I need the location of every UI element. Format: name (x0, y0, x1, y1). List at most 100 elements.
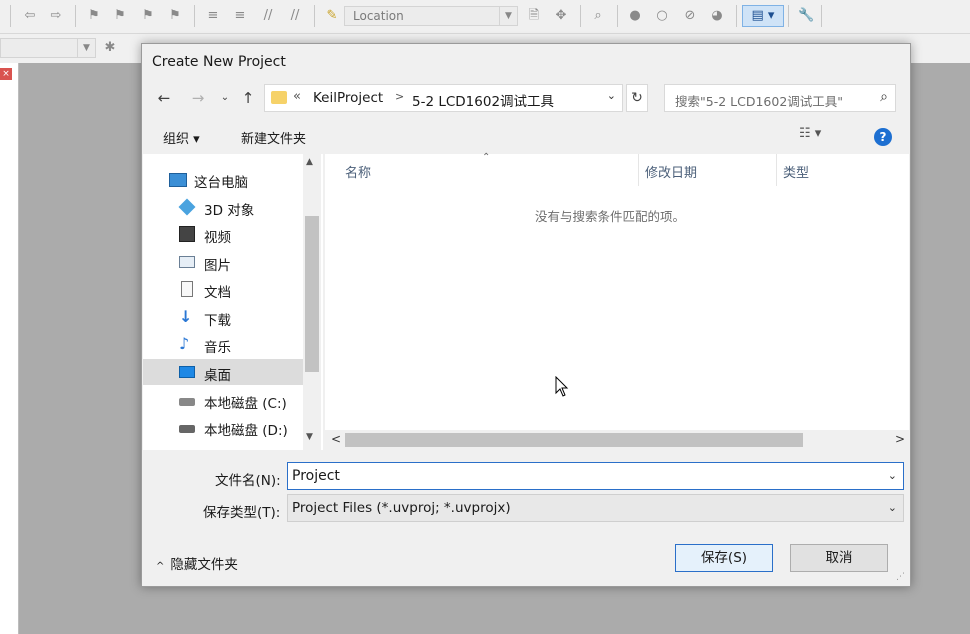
incremental-find-icon[interactable]: ✥ (553, 8, 569, 24)
nav-item-drive-c[interactable]: 本地磁盘 (C:) (143, 387, 303, 413)
refresh-icon[interactable]: ↻ (626, 84, 648, 112)
nav-item-label: 3D 对象 (204, 203, 255, 219)
nav-item-videos[interactable]: 视频 (143, 221, 303, 247)
breakpoint-disable-icon[interactable]: ○ (654, 8, 670, 24)
nav-item-drive-d[interactable]: 本地磁盘 (D:) (143, 414, 303, 440)
nav-item-this-pc[interactable]: 这台电脑 (143, 166, 303, 192)
empty-message: 没有与搜索条件匹配的项。 (535, 209, 686, 224)
drive-icon (179, 425, 195, 433)
chevron-down-icon[interactable]: ⌄ (888, 495, 897, 521)
back-arrow-icon[interactable]: ← (154, 88, 174, 108)
back-icon[interactable]: ⇦ (22, 8, 38, 24)
zoom-icon[interactable]: ⌕ (590, 8, 606, 24)
cancel-button[interactable]: 取消 (790, 544, 888, 572)
nav-item-label: 图片 (204, 258, 231, 274)
nav-item-label: 音乐 (204, 340, 231, 356)
computer-icon (169, 173, 187, 187)
location-placeholder: Location (353, 9, 404, 23)
3d-objects-icon (178, 198, 196, 216)
toolbar-separator (617, 5, 618, 27)
column-divider[interactable] (776, 154, 777, 186)
scroll-right-icon[interactable]: > (895, 432, 905, 446)
nav-scrollbar[interactable]: ▲ ▼ (303, 154, 321, 450)
column-header-date[interactable]: 修改日期 (645, 162, 697, 181)
bookmark-icon[interactable]: ⚑ (86, 8, 102, 24)
chevron-down-icon[interactable]: ⌄ (888, 463, 897, 489)
bookmark-prev-icon[interactable]: ⚑ (112, 8, 128, 24)
breadcrumb-current[interactable]: 5-2 LCD1602调试工具 (412, 90, 554, 110)
forward-arrow-icon[interactable]: → (188, 88, 208, 108)
location-combo[interactable]: Location ▼ (344, 6, 518, 26)
column-header-type[interactable]: 类型 (783, 162, 809, 181)
toolbar-separator (10, 5, 11, 27)
breakpoint-link-icon[interactable]: ⊘ (682, 8, 698, 24)
indent-icon[interactable]: ≡ (205, 8, 221, 24)
view-options-icon[interactable]: ☷ ▾ (799, 126, 821, 141)
scroll-down-icon[interactable]: ▼ (306, 432, 313, 442)
search-icon[interactable]: ⌕ (880, 89, 888, 105)
sort-ascending-icon: ⌃ (482, 152, 491, 163)
bookmark-next-icon[interactable]: ⚑ (140, 8, 156, 24)
breadcrumb-keilproject[interactable]: KeilProject (313, 90, 383, 106)
window-layout-icon[interactable]: ▤ ▾ (742, 5, 784, 27)
filetype-value: Project Files (*.uvproj; *.uvprojx) (292, 500, 511, 516)
breadcrumb-separator-icon[interactable]: > (395, 90, 404, 103)
up-arrow-icon[interactable]: ↑ (238, 88, 258, 108)
scroll-up-icon[interactable]: ▲ (306, 157, 313, 167)
toolbar-separator (788, 5, 789, 27)
address-bar[interactable]: « KeilProject > 5-2 LCD1602调试工具 ⌄ (264, 84, 623, 112)
toolbar-separator (736, 5, 737, 27)
save-button[interactable]: 保存(S) (675, 544, 773, 572)
breakpoint-kill-icon[interactable]: ◕ (709, 8, 725, 24)
toolbar-separator (314, 5, 315, 27)
uncomment-icon[interactable]: // (287, 8, 303, 24)
drive-icon (179, 398, 195, 406)
comment-icon[interactable]: // (260, 8, 276, 24)
organize-menu[interactable]: 组织 ▾ (163, 128, 200, 147)
horizontal-scrollbar[interactable]: < > (325, 430, 909, 450)
chevron-down-icon[interactable]: ▼ (499, 7, 517, 25)
column-header-name[interactable]: 名称 (345, 162, 371, 181)
column-divider[interactable] (638, 154, 639, 186)
wrench-icon[interactable]: 🔧 (798, 8, 814, 24)
nav-item-label: 下载 (204, 313, 231, 329)
nav-item-downloads[interactable]: ↓ 下载 (143, 304, 303, 330)
filetype-select[interactable]: Project Files (*.uvproj; *.uvprojx) ⌄ (287, 494, 904, 522)
chevron-down-icon[interactable]: ▼ (77, 39, 95, 57)
options-icon[interactable]: ✱ (102, 40, 118, 56)
file-list: ⌃ 名称 修改日期 类型 没有与搜索条件匹配的项。 (325, 152, 909, 450)
scroll-left-icon[interactable]: < (331, 432, 341, 446)
navigation-pane: 这台电脑 3D 对象 视频 图片 文档 ↓ 下载 ♪ 音乐 桌面 本地磁盘 (C… (143, 154, 323, 450)
nav-item-label: 这台电脑 (194, 175, 248, 191)
new-folder-button[interactable]: 新建文件夹 (241, 128, 306, 147)
nav-item-desktop[interactable]: 桌面 (143, 359, 303, 385)
filename-value: Project (292, 468, 340, 484)
search-input[interactable]: 搜索"5-2 LCD1602调试工具" ⌕ (664, 84, 896, 112)
chevron-down-icon[interactable]: ⌄ (607, 89, 616, 102)
address-overflow[interactable]: « (293, 89, 301, 104)
close-icon[interactable]: × (0, 68, 12, 80)
resize-grip-icon[interactable]: ⋰ (896, 572, 905, 582)
forward-icon[interactable]: ⇨ (48, 8, 64, 24)
toolbar-separator (580, 5, 581, 27)
find-icon[interactable]: 🗎 (526, 8, 542, 24)
nav-item-music[interactable]: ♪ 音乐 (143, 331, 303, 357)
nav-item-3d-objects[interactable]: 3D 对象 (143, 194, 303, 220)
scroll-thumb[interactable] (305, 216, 319, 372)
documents-icon (181, 281, 193, 297)
nav-item-documents[interactable]: 文档 (143, 276, 303, 302)
hide-folders-toggle[interactable]: ^ 隐藏文件夹 (156, 553, 238, 573)
nav-item-pictures[interactable]: 图片 (143, 249, 303, 275)
help-icon[interactable]: ? (874, 128, 892, 146)
bookmark-clear-icon[interactable]: ⚑ (167, 8, 183, 24)
nav-item-label: 桌面 (204, 368, 231, 384)
download-icon: ↓ (179, 307, 193, 326)
find-in-files-icon[interactable]: ✎ (324, 8, 340, 24)
scroll-thumb[interactable] (345, 433, 803, 447)
project-panel (0, 63, 19, 634)
unindent-icon[interactable]: ≡ (232, 8, 248, 24)
breakpoint-icon[interactable]: ● (627, 8, 643, 24)
recent-locations-icon[interactable]: ⌄ (215, 88, 235, 108)
filename-input[interactable]: Project ⌄ (287, 462, 904, 490)
target-combo[interactable]: ▼ (0, 38, 96, 58)
